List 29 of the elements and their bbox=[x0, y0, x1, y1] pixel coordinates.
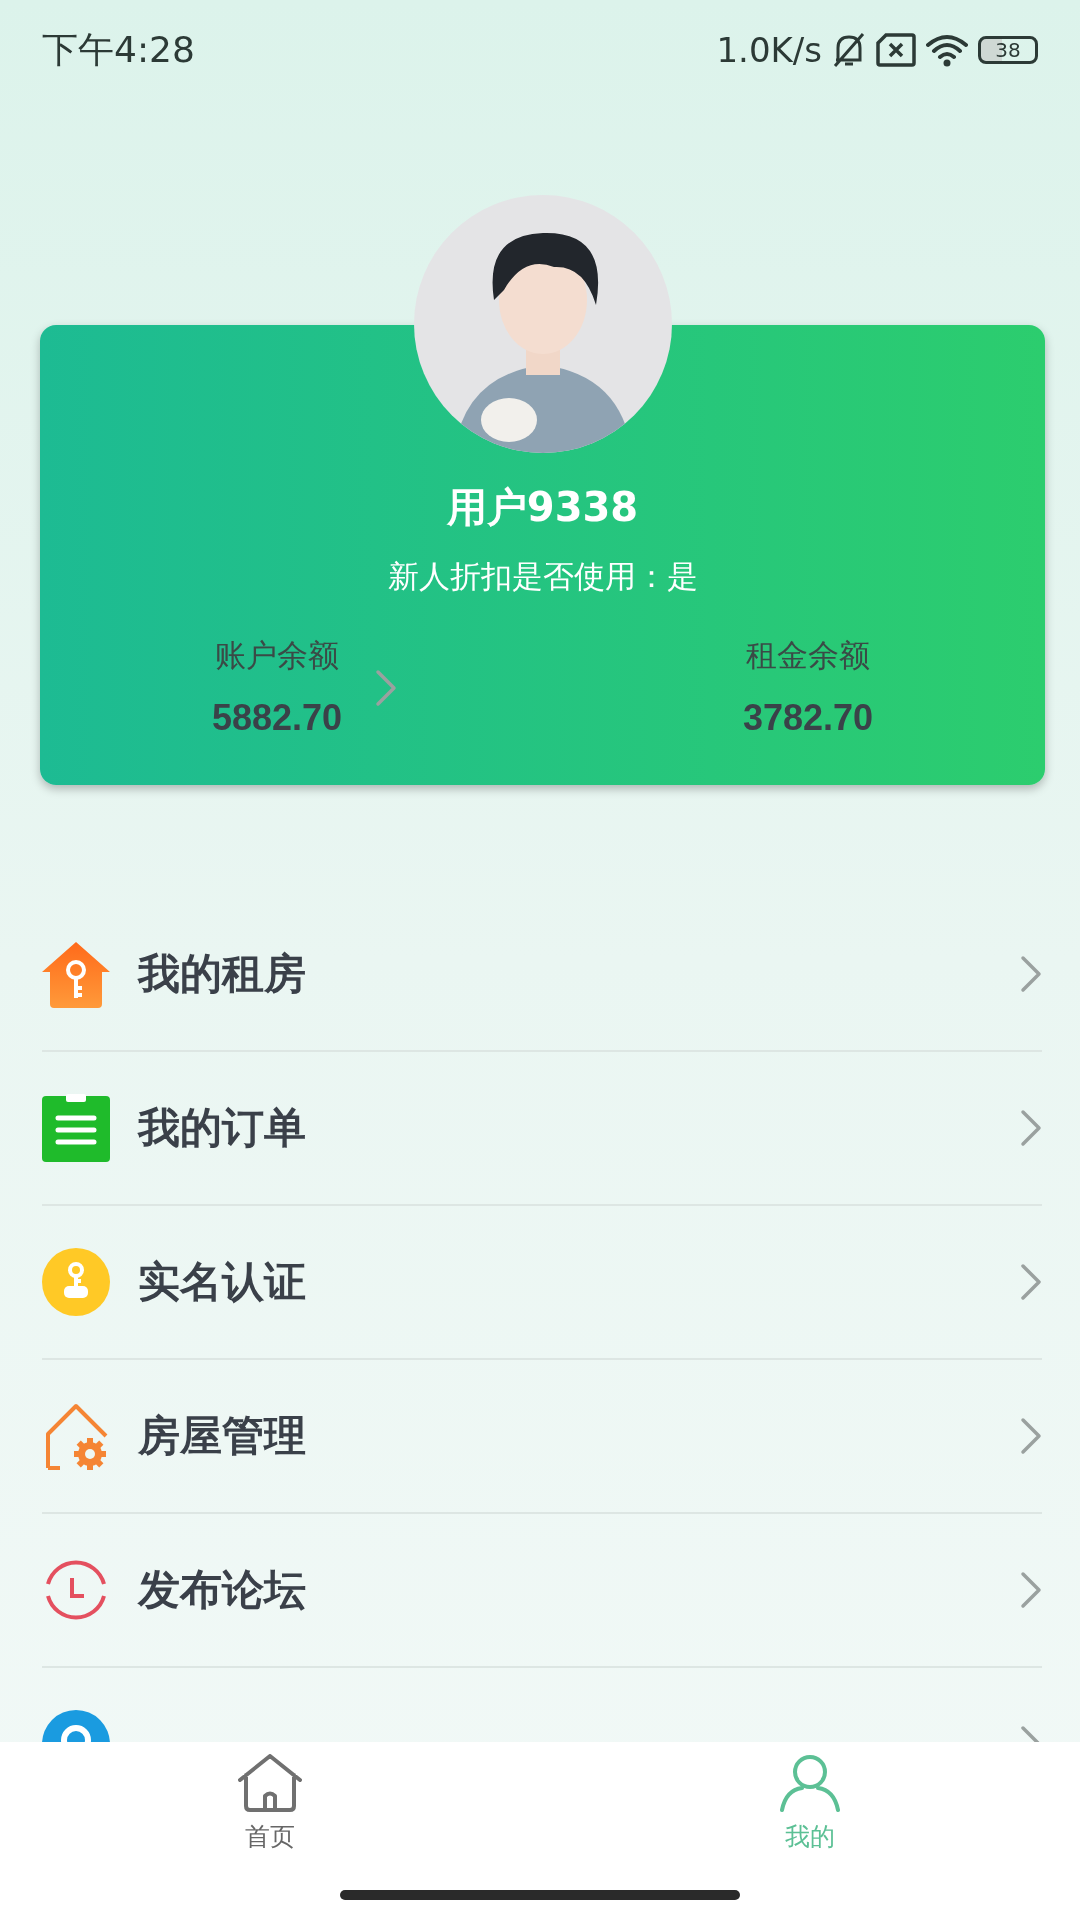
balance-value: 5882.70 bbox=[211, 696, 343, 740]
home-icon bbox=[238, 1754, 302, 1812]
discount-status: 新人折扣是否使用：是 bbox=[387, 557, 698, 596]
menu-item[interactable]: 实名认证 bbox=[42, 1206, 1042, 1360]
username: 用户9338 bbox=[446, 483, 639, 532]
battery-level: 38 bbox=[978, 36, 1038, 64]
menu-item[interactable]: 我的订单 bbox=[42, 1052, 1042, 1206]
network-speed: 1.0K/s bbox=[716, 30, 822, 70]
chevron-right-icon bbox=[375, 669, 397, 707]
chevron-right-icon bbox=[1020, 1109, 1042, 1147]
chevron-right-icon bbox=[1020, 1571, 1042, 1609]
chevron-right-icon bbox=[1020, 955, 1042, 993]
balance-value: 3782.70 bbox=[742, 696, 874, 740]
clipboard-icon bbox=[42, 1094, 110, 1162]
key-circle-icon bbox=[42, 1248, 110, 1316]
chevron-right-icon bbox=[1020, 1263, 1042, 1301]
nav-tab[interactable]: 首页 bbox=[190, 1742, 350, 1862]
user-icon bbox=[778, 1754, 842, 1812]
status-time: 下午4:28 bbox=[42, 27, 195, 72]
wifi-icon bbox=[926, 33, 968, 67]
menu-item[interactable]: 房屋管理 bbox=[42, 1360, 1042, 1514]
sim-card-icon bbox=[876, 33, 916, 67]
balance-label: 账户余额 bbox=[215, 636, 339, 675]
menu-item[interactable]: 我的租房 bbox=[42, 898, 1042, 1052]
balance-label: 租金余额 bbox=[746, 636, 870, 675]
bell-muted-icon bbox=[832, 32, 866, 68]
menu-item[interactable]: 发布论坛 bbox=[42, 1514, 1042, 1668]
house-key-icon bbox=[42, 940, 110, 1008]
chevron-right-icon bbox=[1020, 1417, 1042, 1455]
